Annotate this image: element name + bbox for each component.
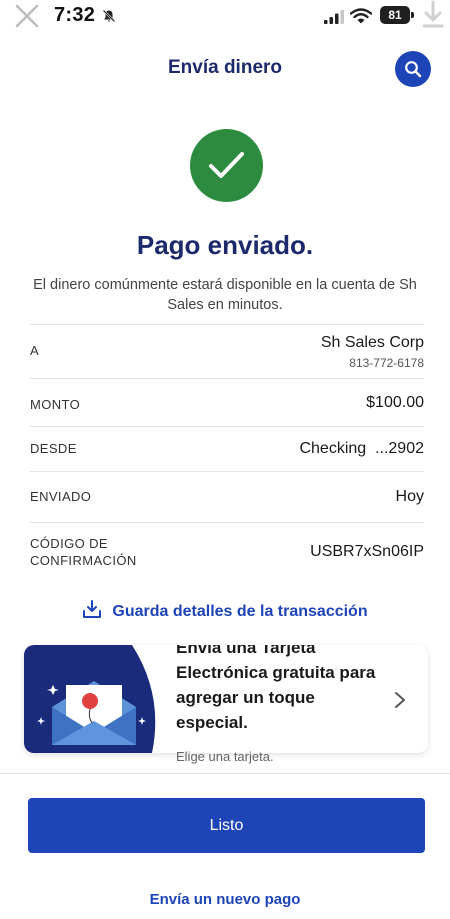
status-time: 7:32 [54,4,96,26]
save-transaction-details-link[interactable]: Guarda detalles de la transacción [0,599,450,621]
download-icon [83,600,102,618]
page-title: Envía dinero [167,57,283,78]
search-icon [405,61,422,78]
ecard-promo-subtext: Elige una tarjeta. [176,749,274,764]
confirmation-code-label-line2: CONFIRMACIÓN [30,553,137,568]
close-icon[interactable] [14,3,40,29]
confirmation-message: El dinero comúnmente estará disponible e… [33,277,417,313]
success-badge [190,129,263,202]
sent-label: ENVIADO [30,489,92,504]
search-button[interactable] [395,51,431,87]
done-button[interactable]: Listo [28,798,425,853]
battery-indicator: 81 [380,6,414,24]
envelope-illustration [24,645,156,753]
sent-value: Hoy [395,488,424,505]
ecard-promo-card[interactable]: Envía una Tarjeta Electrónica gratuita p… [24,645,428,753]
recipient-label: A [30,343,40,358]
save-transaction-details-label: Guarda detalles de la transacción [112,603,368,620]
confirmation-title: Pago enviado. [136,230,314,260]
detail-row-recipient: A Sh Sales Corp 813-772-6178 [30,325,424,379]
detail-row-amount: MONTO $100.00 [30,379,424,427]
confirmation-code-value: USBR7xSn06IP [310,543,424,560]
chevron-right-icon [395,692,405,708]
detail-row-confirmation-code: CÓDIGO DE CONFIRMACIÓN USBR7xSn06IP [30,523,424,583]
recipient-phone: 813-772-6178 [349,356,424,370]
app-header: Envía dinero [0,44,450,90]
transaction-details: A Sh Sales Corp 813-772-6178 MONTO $100.… [30,324,424,583]
ecard-promo-text: Envía una Tarjeta Electrónica gratuita p… [176,645,376,732]
new-payment-link[interactable]: Envía un nuevo pago [0,891,450,908]
from-label: DESDE [30,441,77,456]
wifi-icon [350,8,372,24]
amount-value: $100.00 [366,394,424,411]
checkmark-icon [209,152,244,178]
signal-icon [324,10,344,24]
bell-muted-icon [102,9,116,23]
status-bar: 7:32 81 [0,0,450,34]
download-arrow-icon [422,0,444,28]
recipient-name: Sh Sales Corp [320,334,424,351]
detail-row-from: DESDE Checking ...2902 [30,427,424,472]
detail-row-sent: ENVIADO Hoy [30,472,424,523]
from-account: Checking ...2902 [299,440,424,457]
amount-label: MONTO [30,397,81,412]
confirmation-code-label-line1: CÓDIGO DE [30,536,108,551]
divider [0,773,450,774]
